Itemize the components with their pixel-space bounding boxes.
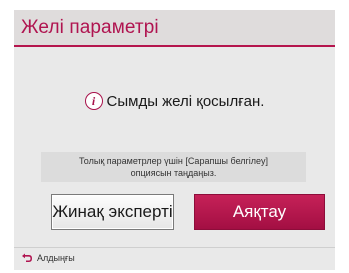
finish-button[interactable]: Аяқтау xyxy=(194,194,325,230)
back-arrow-icon xyxy=(22,253,32,262)
network-settings-dialog: Желі параметрі i Сымды желі қосылған. То… xyxy=(14,10,335,270)
back-label: Алдыңғы xyxy=(37,253,75,263)
info-icon: i xyxy=(84,92,103,110)
hint-box: Толық параметрлер үшін [Сарапшы белгілеу… xyxy=(41,152,306,182)
footer-divider xyxy=(14,247,335,248)
dialog-title: Желі параметрі xyxy=(21,16,159,38)
hint-line-2: опциясын таңдаңыз. xyxy=(130,168,217,178)
status-message-text: Сымды желі қосылған. xyxy=(106,92,265,110)
title-bar: Желі параметрі xyxy=(14,10,335,47)
back-button[interactable]: Алдыңғы xyxy=(21,253,75,263)
hint-line-1: Толық параметрлер үшін [Сарапшы белгілеу… xyxy=(79,156,268,166)
expert-setup-button[interactable]: Жинақ эксперті xyxy=(51,194,174,230)
status-message: i Сымды желі қосылған. xyxy=(14,92,335,110)
